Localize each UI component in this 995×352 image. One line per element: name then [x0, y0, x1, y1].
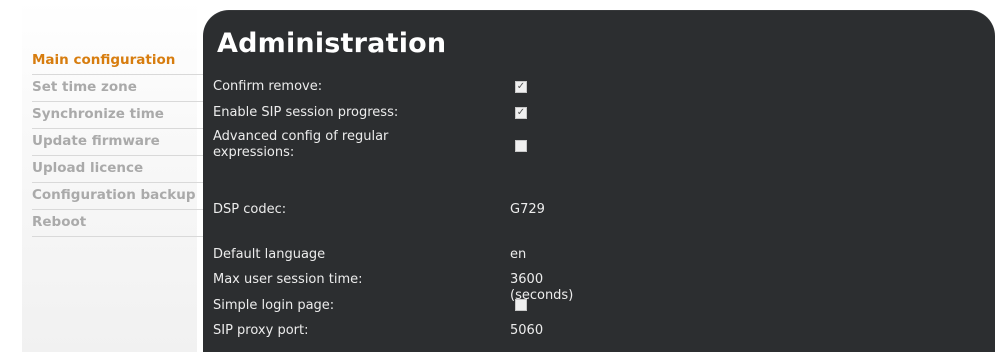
confirm-remove-checkbox[interactable]: ✓: [515, 81, 527, 93]
sidebar-item-main-configuration[interactable]: Main configuration: [32, 52, 203, 75]
sidebar-item-set-time-zone[interactable]: Set time zone: [32, 79, 203, 102]
enable-sip-progress-checkbox[interactable]: ✓: [515, 107, 527, 119]
default-language-label: Default language: [213, 247, 326, 262]
check-mark-icon: ✓: [516, 81, 526, 92]
max-session-time-label: Max user session time:: [213, 272, 363, 287]
sidebar-item-reboot[interactable]: Reboot: [32, 214, 203, 237]
default-language-value: en: [510, 247, 527, 262]
simple-login-label: Simple login page:: [213, 298, 335, 313]
sidebar-item-configuration-backup[interactable]: Configuration backup: [32, 187, 203, 210]
sip-proxy-port-value: 5060: [510, 323, 544, 338]
advanced-regex-checkbox[interactable]: [515, 140, 527, 152]
simple-login-checkbox[interactable]: [515, 299, 527, 311]
advanced-regex-label: Advanced config of regular expressions:: [213, 129, 389, 160]
sip-proxy-port-label: SIP proxy port:: [213, 323, 309, 338]
page-title: Administration: [217, 28, 447, 59]
confirm-remove-label: Confirm remove:: [213, 79, 323, 94]
sidebar-item-update-firmware[interactable]: Update firmware: [32, 133, 203, 156]
enable-sip-progress-label: Enable SIP session progress:: [213, 105, 399, 120]
check-mark-icon: ✓: [516, 107, 526, 118]
sidebar: Main configuration Set time zone Synchro…: [22, 0, 203, 352]
administration-panel: Administration Confirm remove: ✓ Enable …: [203, 10, 995, 352]
dsp-codec-value: G729: [510, 202, 545, 217]
sidebar-item-upload-licence[interactable]: Upload licence: [32, 160, 203, 183]
sidebar-item-synchronize-time[interactable]: Synchronize time: [32, 106, 203, 129]
sidebar-nav: Main configuration Set time zone Synchro…: [32, 52, 203, 241]
dsp-codec-label: DSP codec:: [213, 202, 287, 217]
